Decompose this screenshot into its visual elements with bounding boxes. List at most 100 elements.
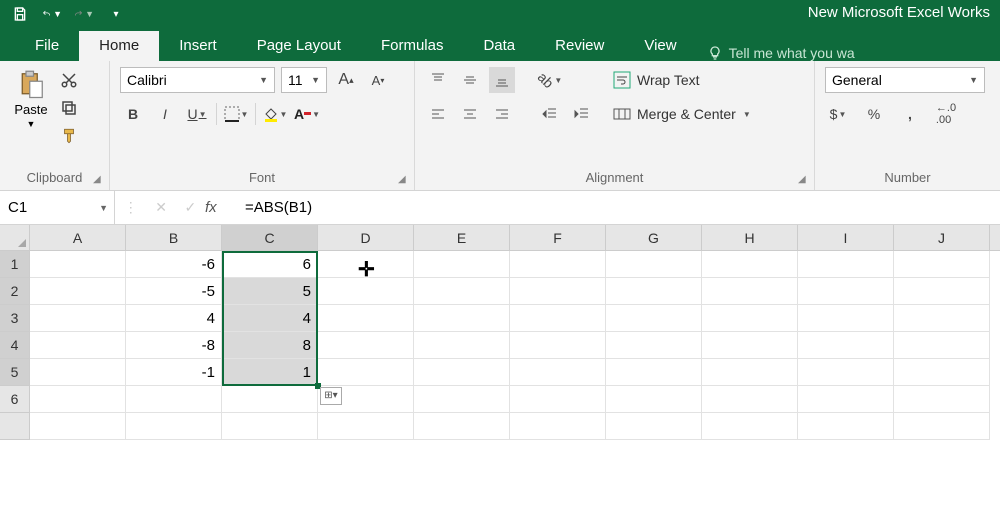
cell[interactable]: 6 [222, 251, 318, 278]
cell[interactable]: -6 [126, 251, 222, 278]
cell[interactable] [30, 359, 126, 386]
tab-data[interactable]: Data [463, 31, 535, 61]
cell[interactable] [606, 305, 702, 332]
cell[interactable] [126, 386, 222, 413]
merge-center-button[interactable]: Merge & Center ▼ [609, 101, 755, 127]
increase-decimal-button[interactable]: ←.0.00 [933, 101, 959, 127]
cell[interactable] [414, 305, 510, 332]
cell[interactable] [702, 332, 798, 359]
col-header-B[interactable]: B [126, 225, 222, 250]
cell[interactable] [318, 332, 414, 359]
increase-font-button[interactable]: A▴ [333, 67, 359, 93]
row-header[interactable]: 6 [0, 386, 30, 413]
font-size-combo[interactable]: 11▼ [281, 67, 327, 93]
cell[interactable] [318, 305, 414, 332]
cell[interactable]: -8 [126, 332, 222, 359]
cell[interactable] [606, 386, 702, 413]
select-all-corner[interactable] [0, 225, 30, 250]
col-header-H[interactable]: H [702, 225, 798, 250]
cell[interactable] [702, 305, 798, 332]
col-header-F[interactable]: F [510, 225, 606, 250]
dialog-launcher-icon[interactable]: ◢ [93, 174, 105, 186]
comma-style-button[interactable]: , [897, 101, 923, 127]
tab-file[interactable]: File [15, 31, 79, 61]
cell[interactable]: 4 [126, 305, 222, 332]
row-header[interactable]: 3 [0, 305, 30, 332]
cell[interactable] [606, 413, 702, 440]
percent-button[interactable]: % [861, 101, 887, 127]
wrap-text-button[interactable]: Wrap Text [609, 67, 755, 93]
cell[interactable]: -5 [126, 278, 222, 305]
fx-button[interactable]: fx [205, 191, 237, 224]
col-header-I[interactable]: I [798, 225, 894, 250]
cell[interactable] [222, 386, 318, 413]
cell[interactable] [702, 386, 798, 413]
cell[interactable] [606, 332, 702, 359]
cell[interactable] [318, 278, 414, 305]
cell[interactable] [798, 413, 894, 440]
tell-me-search[interactable]: Tell me what you wa [707, 45, 855, 61]
cell[interactable]: 4 [222, 305, 318, 332]
formula-input[interactable]: =ABS(B1) [237, 191, 1000, 224]
cell[interactable] [510, 305, 606, 332]
cell[interactable] [702, 359, 798, 386]
dialog-launcher-icon[interactable]: ◢ [398, 174, 410, 186]
undo-button[interactable]: ▼ [42, 4, 62, 24]
currency-button[interactable]: $▼ [825, 101, 851, 127]
cell[interactable] [510, 386, 606, 413]
cell[interactable] [30, 305, 126, 332]
format-painter-button[interactable] [58, 125, 80, 147]
cut-button[interactable] [58, 69, 80, 91]
italic-button[interactable]: I [152, 101, 178, 127]
cell[interactable] [798, 305, 894, 332]
cell[interactable] [606, 359, 702, 386]
col-header-J[interactable]: J [894, 225, 990, 250]
row-header[interactable]: 4 [0, 332, 30, 359]
cell[interactable]: -1 [126, 359, 222, 386]
cell[interactable] [798, 386, 894, 413]
align-top-button[interactable] [425, 67, 451, 93]
cell[interactable] [798, 251, 894, 278]
font-name-combo[interactable]: Calibri▼ [120, 67, 275, 93]
number-format-combo[interactable]: General▼ [825, 67, 985, 93]
cell[interactable] [894, 305, 990, 332]
cell[interactable] [606, 251, 702, 278]
cell[interactable] [510, 359, 606, 386]
col-header-A[interactable]: A [30, 225, 126, 250]
cell[interactable] [894, 359, 990, 386]
dialog-launcher-icon[interactable]: ◢ [798, 174, 810, 186]
cell[interactable] [702, 278, 798, 305]
align-center-button[interactable] [457, 101, 483, 127]
row-header[interactable]: 1 [0, 251, 30, 278]
qat-customize-icon[interactable]: ▾ [106, 4, 126, 24]
row-header[interactable]: 2 [0, 278, 30, 305]
redo-button[interactable]: ▼ [74, 4, 94, 24]
cell[interactable] [894, 332, 990, 359]
tab-page-layout[interactable]: Page Layout [237, 31, 361, 61]
cancel-formula-button[interactable]: ✕ [155, 199, 167, 216]
cell[interactable] [894, 386, 990, 413]
align-middle-button[interactable] [457, 67, 483, 93]
cell[interactable] [318, 413, 414, 440]
tab-home[interactable]: Home [79, 31, 159, 61]
tab-review[interactable]: Review [535, 31, 624, 61]
cell[interactable] [798, 332, 894, 359]
cell[interactable]: 1 [222, 359, 318, 386]
row-header[interactable] [0, 413, 30, 440]
autofill-options-button[interactable]: ⊞▾ [320, 387, 342, 405]
col-header-G[interactable]: G [606, 225, 702, 250]
cell[interactable] [30, 278, 126, 305]
copy-button[interactable] [58, 97, 80, 119]
align-left-button[interactable] [425, 101, 451, 127]
cell[interactable] [126, 413, 222, 440]
cell[interactable] [414, 359, 510, 386]
col-header-D[interactable]: D [318, 225, 414, 250]
cell[interactable] [414, 413, 510, 440]
cell[interactable]: 5 [222, 278, 318, 305]
cell[interactable] [414, 278, 510, 305]
cell[interactable] [30, 332, 126, 359]
cell[interactable] [798, 278, 894, 305]
col-header-E[interactable]: E [414, 225, 510, 250]
cell[interactable] [894, 413, 990, 440]
cell[interactable] [318, 359, 414, 386]
